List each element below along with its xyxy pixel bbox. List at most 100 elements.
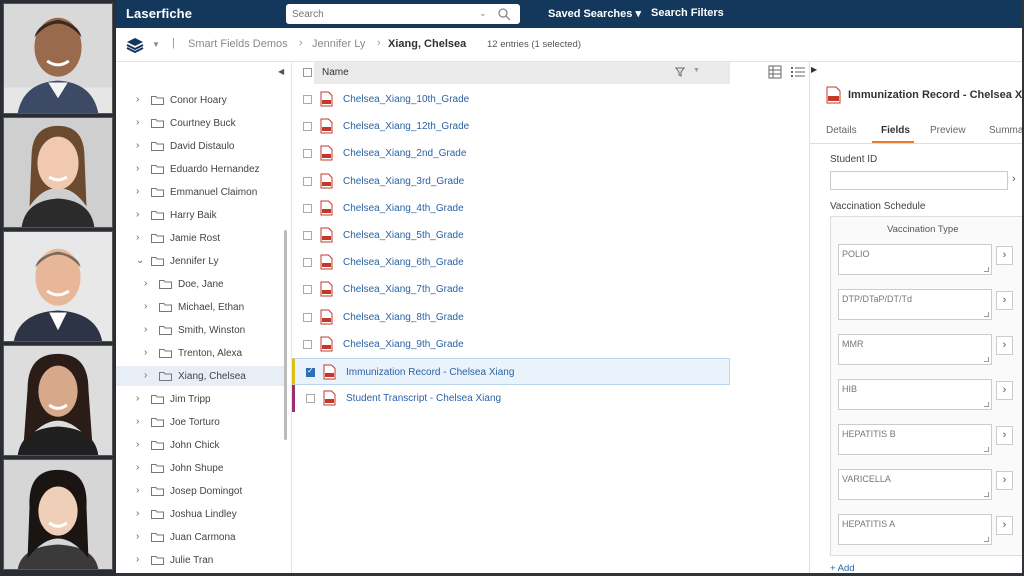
vaccination-type-field[interactable]: HEPATITIS B xyxy=(838,424,992,455)
list-view-icon[interactable] xyxy=(791,66,805,78)
expand-arrow-icon[interactable]: › xyxy=(136,186,139,197)
expand-arrow-icon[interactable]: › xyxy=(144,324,147,335)
row-expand-chevron-icon[interactable]: › xyxy=(996,291,1013,310)
resize-handle[interactable] xyxy=(984,402,989,407)
tree-item[interactable]: › Jamie Rost xyxy=(116,228,284,248)
tree-item[interactable]: › Trenton, Alexa xyxy=(116,343,284,363)
tree-item[interactable]: › Jim Tripp xyxy=(116,389,284,409)
entry-name-link[interactable]: Chelsea_Xiang_8th_Grade xyxy=(343,312,464,323)
row-expand-chevron-icon[interactable]: › xyxy=(996,381,1013,400)
expand-arrow-icon[interactable]: › xyxy=(144,301,147,312)
collapse-arrow-icon[interactable]: ⌄ xyxy=(136,255,144,266)
expand-arrow-icon[interactable]: › xyxy=(144,370,147,381)
resize-handle[interactable] xyxy=(984,312,989,317)
vaccination-type-field[interactable]: HEPATITIS A xyxy=(838,514,992,545)
tree-item[interactable]: › Doe, Jane xyxy=(116,274,284,294)
resize-handle[interactable] xyxy=(984,267,989,272)
entry-row[interactable]: Immunization Record - Chelsea Xiang xyxy=(292,358,730,385)
tree-item[interactable]: › Smith, Winston xyxy=(116,320,284,340)
expand-arrow-icon[interactable]: › xyxy=(136,462,139,473)
entry-row[interactable]: Chelsea_Xiang_10th_Grade xyxy=(292,86,730,113)
expand-arrow-icon[interactable]: › xyxy=(144,278,147,289)
expand-arrow-icon[interactable]: › xyxy=(136,439,139,450)
search-filters-link[interactable]: Search Filters xyxy=(651,7,724,19)
filter-icon[interactable] xyxy=(675,67,685,77)
expand-arrow-icon[interactable]: › xyxy=(136,117,139,128)
tab-summary[interactable]: Summa xyxy=(989,125,1022,136)
entry-checkbox[interactable] xyxy=(303,258,312,268)
tab-details[interactable]: Details xyxy=(826,125,857,136)
entry-name-link[interactable]: Student Transcript - Chelsea Xiang xyxy=(346,393,501,404)
tree-item[interactable]: › Michael, Ethan xyxy=(116,297,284,317)
entry-row[interactable]: Chelsea_Xiang_5th_Grade xyxy=(292,222,730,249)
tree-item[interactable]: › John Chick xyxy=(116,435,284,455)
tree-item[interactable]: › Juan Carmona xyxy=(116,527,284,547)
entry-row[interactable]: Chelsea_Xiang_6th_Grade xyxy=(292,249,730,276)
entry-row[interactable]: Student Transcript - Chelsea Xiang xyxy=(292,385,730,413)
entry-checkbox[interactable] xyxy=(306,366,315,377)
repository-layers-icon[interactable] xyxy=(126,37,144,53)
search-options-chevron-icon[interactable]: ⌄ xyxy=(479,8,487,19)
entry-name-link[interactable]: Chelsea_Xiang_5th_Grade xyxy=(343,230,464,241)
student-id-field[interactable] xyxy=(830,171,1008,190)
row-expand-chevron-icon[interactable]: › xyxy=(996,426,1013,445)
expand-arrow-icon[interactable]: › xyxy=(144,347,147,358)
entry-checkbox[interactable] xyxy=(303,339,312,349)
entry-row[interactable]: Chelsea_Xiang_3rd_Grade xyxy=(292,168,730,195)
expand-arrow-icon[interactable]: › xyxy=(136,508,139,519)
grid-view-icon[interactable] xyxy=(768,65,782,79)
expand-arrow-icon[interactable]: › xyxy=(136,163,139,174)
vaccination-type-field[interactable]: HIB xyxy=(838,379,992,410)
entry-checkbox[interactable] xyxy=(303,95,312,104)
resize-handle[interactable] xyxy=(984,492,989,497)
expand-arrow-icon[interactable]: › xyxy=(136,393,139,404)
tree-item[interactable]: ⌄ Jennifer Ly xyxy=(116,251,284,271)
entry-checkbox[interactable] xyxy=(303,312,312,322)
entry-name-link[interactable]: Immunization Record - Chelsea Xiang xyxy=(346,367,514,378)
tree-item[interactable]: › Julie Tran xyxy=(116,550,284,570)
tree-item[interactable]: › Courtney Buck xyxy=(116,113,284,133)
app-logo[interactable]: Laserfiche xyxy=(126,6,192,21)
entry-row[interactable]: Chelsea_Xiang_9th_Grade xyxy=(292,331,730,358)
entry-name-link[interactable]: Chelsea_Xiang_10th_Grade xyxy=(343,94,469,105)
name-column-header[interactable]: Name xyxy=(314,62,730,84)
search-icon[interactable] xyxy=(497,7,511,21)
entry-name-link[interactable]: Chelsea_Xiang_4th_Grade xyxy=(343,203,464,214)
tree-item[interactable]: › Xiang, Chelsea xyxy=(116,366,284,386)
row-expand-chevron-icon[interactable]: › xyxy=(996,246,1013,265)
tree-item[interactable]: › Joshua Lindley xyxy=(116,504,284,524)
tab-preview[interactable]: Preview xyxy=(930,125,966,136)
entry-checkbox[interactable] xyxy=(303,231,312,240)
vaccination-type-field[interactable]: DTP/DTaP/DT/Td xyxy=(838,289,992,320)
collapse-tree-icon[interactable]: ◀ xyxy=(278,67,284,76)
saved-searches-menu[interactable]: Saved Searches ▾ xyxy=(548,7,641,20)
entry-name-link[interactable]: Chelsea_Xiang_3rd_Grade xyxy=(343,176,464,187)
entry-name-link[interactable]: Chelsea_Xiang_12th_Grade xyxy=(343,121,469,132)
tree-item[interactable]: › Conor Hoary xyxy=(116,90,284,110)
vaccination-type-field[interactable]: POLIO xyxy=(838,244,992,275)
tree-item[interactable]: › Harry Baik xyxy=(116,205,284,225)
entry-name-link[interactable]: Chelsea_Xiang_6th_Grade xyxy=(343,257,464,268)
tree-scrollbar[interactable] xyxy=(284,230,287,440)
vaccination-type-field[interactable]: MMR xyxy=(838,334,992,365)
tree-item[interactable]: › Joe Torturo xyxy=(116,412,284,432)
entry-name-link[interactable]: Chelsea_Xiang_9th_Grade xyxy=(343,339,464,350)
tree-item[interactable]: › Eduardo Hernandez xyxy=(116,159,284,179)
breadcrumb-item-smart-fields-demos[interactable]: Smart Fields Demos xyxy=(188,38,288,50)
expand-arrow-icon[interactable]: › xyxy=(136,209,139,220)
resize-handle[interactable] xyxy=(984,537,989,542)
expand-arrow-icon[interactable]: › xyxy=(136,531,139,542)
expand-arrow-icon[interactable]: › xyxy=(136,485,139,496)
add-row-link[interactable]: + Add xyxy=(830,563,855,573)
expand-arrow-icon[interactable]: › xyxy=(136,232,139,243)
tree-item[interactable]: › John Shupe xyxy=(116,458,284,478)
row-expand-chevron-icon[interactable]: › xyxy=(996,471,1013,490)
expand-arrow-icon[interactable]: › xyxy=(136,554,139,565)
expand-arrow-icon[interactable]: › xyxy=(136,94,139,105)
entry-name-link[interactable]: Chelsea_Xiang_2nd_Grade xyxy=(343,148,466,159)
expand-arrow-icon[interactable]: › xyxy=(136,140,139,151)
tree-item[interactable]: › David Distaulo xyxy=(116,136,284,156)
repository-dropdown-icon[interactable]: ▼ xyxy=(152,40,160,49)
student-id-chevron-icon[interactable]: › xyxy=(1012,173,1016,185)
select-all-checkbox[interactable] xyxy=(303,68,312,77)
